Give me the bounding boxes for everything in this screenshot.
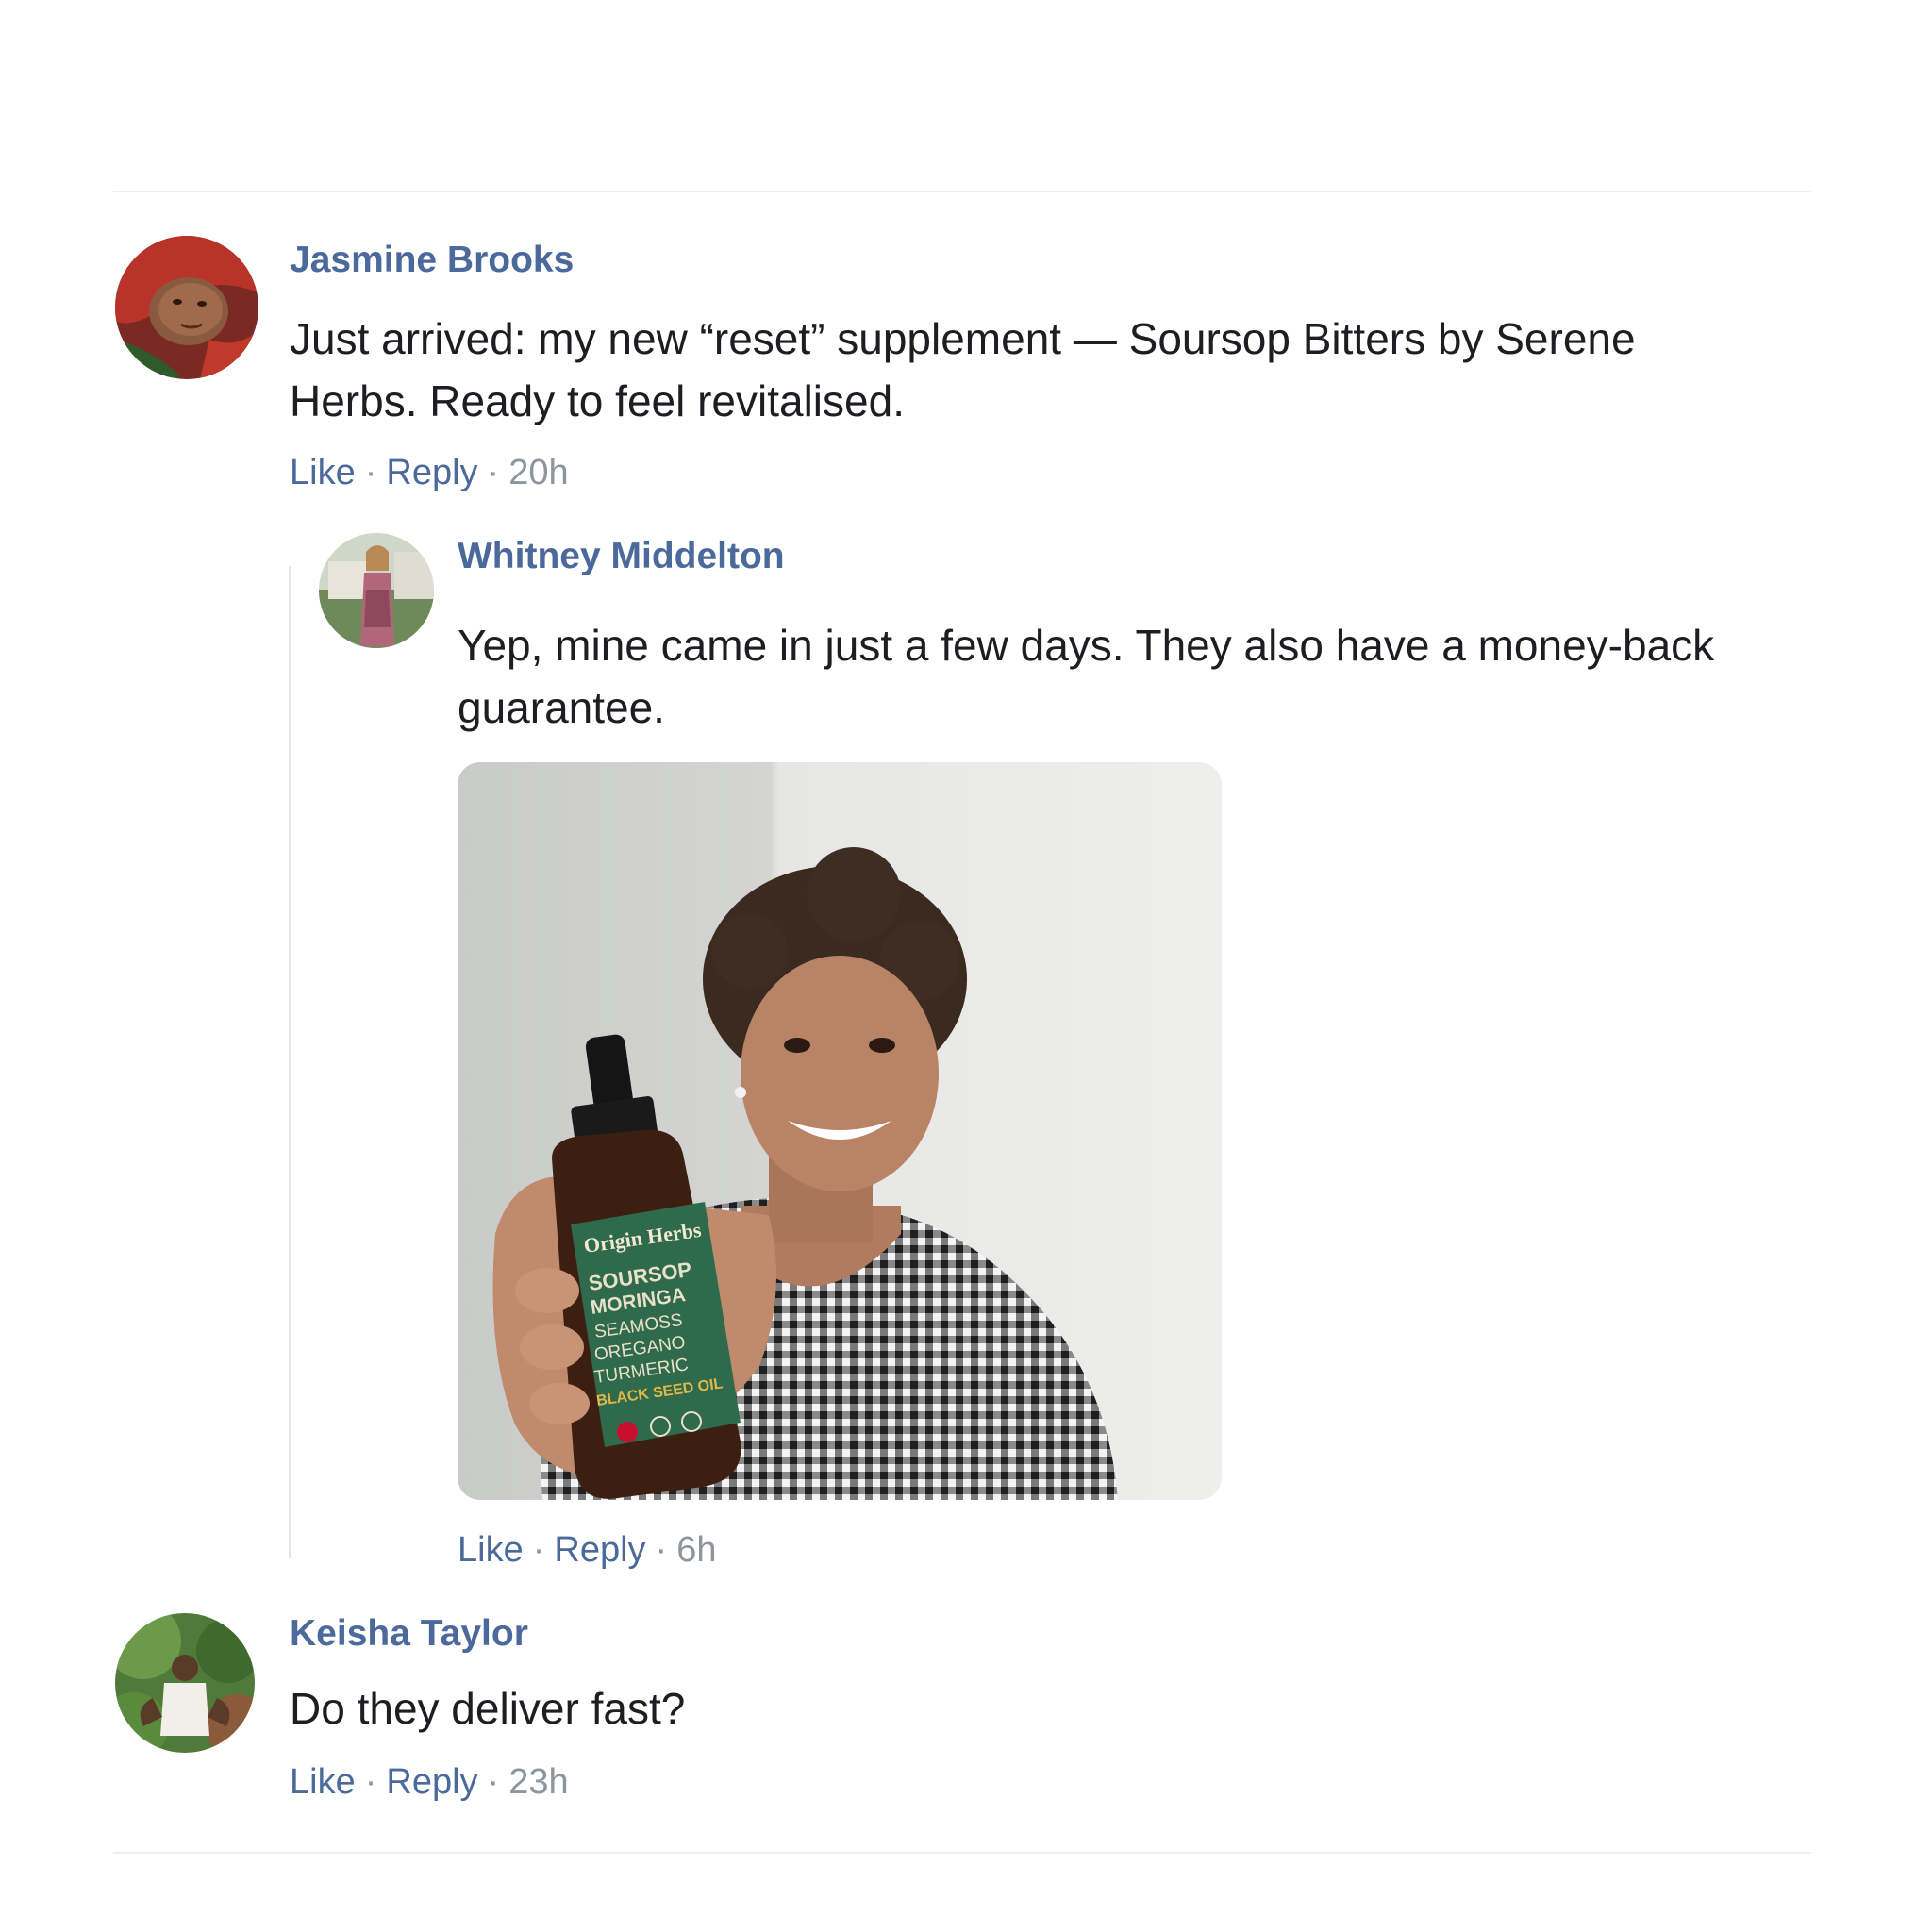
comment-text: Do they deliver fast?	[290, 1684, 686, 1733]
avatar[interactable]	[115, 236, 258, 379]
attached-photo[interactable]: Origin Herbs SOURSOP MORINGA SEAMOSS ORE…	[458, 762, 1222, 1500]
reply-link[interactable]: Reply	[386, 1762, 477, 1802]
timestamp[interactable]: 20h	[508, 453, 568, 492]
avatar-image	[115, 1613, 255, 1753]
bottom-divider	[113, 1852, 1811, 1854]
avatar[interactable]	[319, 533, 434, 648]
like-link[interactable]: Like	[458, 1530, 524, 1570]
timestamp[interactable]: 6h	[676, 1530, 716, 1570]
separator: ·	[487, 453, 500, 492]
comment-author[interactable]: Jasmine Brooks	[290, 240, 574, 281]
comment-text: Just arrived: my new “reset” supplement …	[290, 314, 1636, 425]
avatar-image	[115, 236, 258, 379]
like-link[interactable]: Like	[290, 453, 356, 492]
separator: ·	[655, 1530, 668, 1570]
separator: ·	[364, 453, 377, 492]
separator: ·	[487, 1762, 500, 1802]
comment-author[interactable]: Whitney Middelton	[458, 536, 785, 577]
like-link[interactable]: Like	[290, 1762, 356, 1802]
timestamp[interactable]: 23h	[508, 1762, 568, 1802]
comment-actions: Like · Reply · 23h	[290, 1762, 569, 1803]
comment-actions: Like · Reply · 6h	[458, 1530, 716, 1571]
top-divider	[113, 191, 1811, 192]
comment-text: Yep, mine came in just a few days. They …	[458, 621, 1715, 732]
reply-link[interactable]: Reply	[386, 453, 477, 492]
reply-link[interactable]: Reply	[554, 1530, 645, 1570]
separator: ·	[364, 1762, 377, 1802]
avatar[interactable]	[115, 1613, 255, 1753]
comment-actions: Like · Reply · 20h	[290, 453, 569, 493]
photo-image: Origin Herbs SOURSOP MORINGA SEAMOSS ORE…	[458, 762, 1222, 1500]
comment-author[interactable]: Keisha Taylor	[290, 1613, 528, 1655]
avatar-image	[319, 533, 434, 648]
separator: ·	[532, 1530, 545, 1570]
reply-thread-line	[289, 566, 291, 1558]
